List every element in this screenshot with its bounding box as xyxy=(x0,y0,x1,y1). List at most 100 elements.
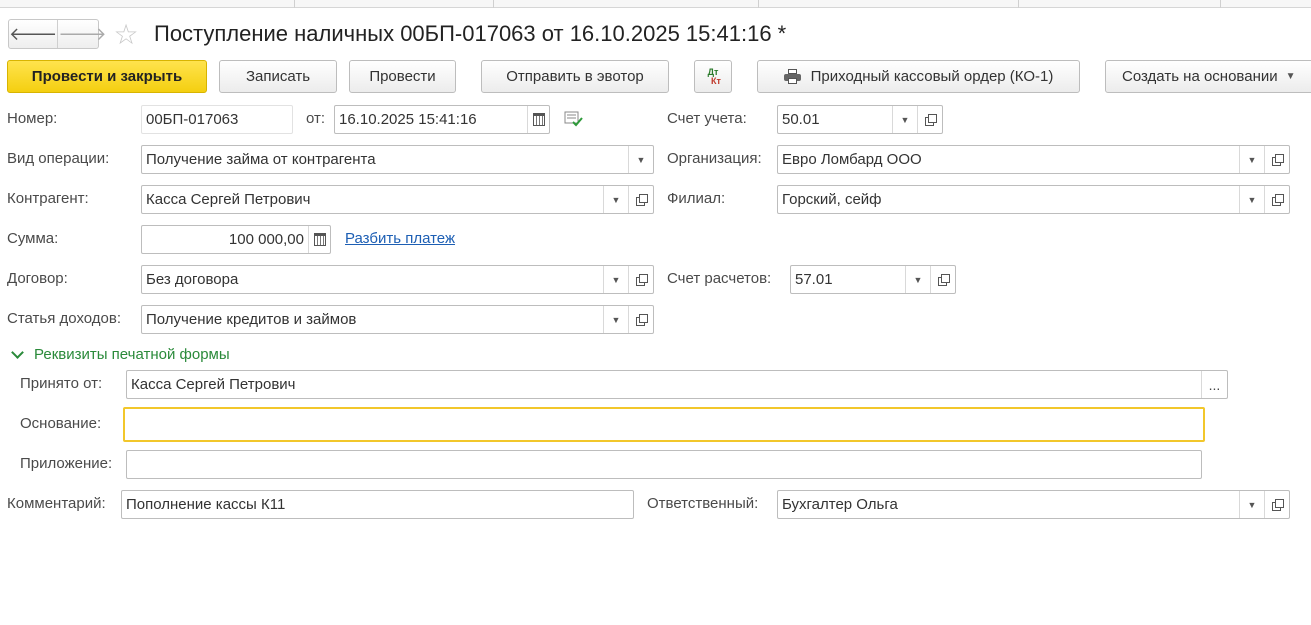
open-button[interactable] xyxy=(917,106,942,133)
dt-kt-icon: Дт Кт xyxy=(705,67,721,86)
basis-label: Основание: xyxy=(20,415,102,432)
document-check-icon[interactable] xyxy=(564,110,584,128)
chevron-down-icon[interactable]: ▼ xyxy=(1239,146,1264,173)
open-button[interactable] xyxy=(628,306,653,333)
tab-separator xyxy=(1018,0,1019,8)
basis-field[interactable] xyxy=(123,407,1205,442)
counterparty-field[interactable]: Касса Сергей Петрович ▼ xyxy=(141,185,654,214)
create-based-on-label: Создать на основании xyxy=(1122,68,1278,85)
open-icon xyxy=(1271,194,1284,206)
number-field[interactable]: 00БП-017063 xyxy=(141,105,293,134)
account-value: 50.01 xyxy=(782,111,820,128)
post-and-close-button[interactable]: Провести и закрыть xyxy=(7,60,207,93)
open-icon xyxy=(924,114,937,126)
organization-label: Организация: xyxy=(667,150,762,167)
received-from-field[interactable]: Касса Сергей Петрович ... xyxy=(126,370,1228,399)
branch-label: Филиал: xyxy=(667,190,726,207)
calendar-button[interactable] xyxy=(527,106,549,133)
attachment-value xyxy=(127,451,1201,478)
open-icon xyxy=(635,194,648,206)
contract-value: Без договора xyxy=(146,271,239,288)
responsible-field[interactable]: Бухгалтер Ольга ▼ xyxy=(777,490,1290,519)
operation-value: Получение займа от контрагента xyxy=(146,151,376,168)
split-payment-link[interactable]: Разбить платеж xyxy=(345,230,455,247)
open-button[interactable] xyxy=(930,266,955,293)
organization-value: Евро Ломбард ООО xyxy=(782,151,922,168)
tab-separator xyxy=(294,0,295,8)
operation-label: Вид операции: xyxy=(7,150,110,167)
received-from-label: Принято от: xyxy=(20,375,103,392)
received-from-value: Касса Сергей Петрович xyxy=(131,376,296,393)
post-button[interactable]: Провести xyxy=(349,60,456,93)
branch-field[interactable]: Горский, сейф ▼ xyxy=(777,185,1290,214)
chevron-down-icon[interactable]: ▼ xyxy=(1239,491,1264,518)
tab-strip xyxy=(0,0,1311,8)
comment-field[interactable]: Пополнение кассы К11 xyxy=(121,490,634,519)
printer-icon xyxy=(783,69,801,84)
amount-label: Сумма: xyxy=(7,230,59,247)
date-value: 16.10.2025 15:41:16 xyxy=(339,111,477,128)
counterparty-label: Контрагент: xyxy=(7,190,89,207)
chevron-down-icon[interactable]: ▼ xyxy=(603,186,628,213)
print-ko1-button[interactable]: Приходный кассовый ордер (КО-1) xyxy=(757,60,1080,93)
chevron-down-icon xyxy=(11,346,24,359)
chevron-down-icon[interactable]: ▼ xyxy=(628,146,653,173)
open-button[interactable] xyxy=(628,266,653,293)
favorite-star-icon[interactable]: ☆ xyxy=(111,19,141,50)
print-form-section-title: Реквизиты печатной формы xyxy=(34,346,230,363)
calculator-icon xyxy=(313,232,326,246)
open-icon xyxy=(1271,154,1284,166)
back-button[interactable]: 🡐 xyxy=(9,20,57,48)
date-label: от: xyxy=(306,110,326,127)
page-title: Поступление наличных 00БП-017063 от 16.1… xyxy=(154,21,787,46)
contract-field[interactable]: Без договора ▼ xyxy=(141,265,654,294)
chevron-down-icon[interactable]: ▼ xyxy=(1239,186,1264,213)
chevron-down-icon[interactable]: ▼ xyxy=(892,106,917,133)
attachment-field[interactable] xyxy=(126,450,1202,479)
calculator-button[interactable] xyxy=(308,226,330,253)
contract-label: Договор: xyxy=(7,270,68,287)
open-button[interactable] xyxy=(1264,491,1289,518)
dt-kt-button[interactable]: Дт Кт xyxy=(694,60,732,93)
chevron-down-icon[interactable]: ▼ xyxy=(603,266,628,293)
tab-separator xyxy=(1220,0,1221,8)
amount-field[interactable]: 100 000,00 xyxy=(141,225,331,254)
navigation-group: 🡐 🡒 xyxy=(8,19,107,49)
comment-label: Комментарий: xyxy=(7,495,106,512)
chevron-down-icon: ▼ xyxy=(1285,71,1296,82)
chevron-down-icon[interactable]: ▼ xyxy=(603,306,628,333)
select-button[interactable]: ... xyxy=(1201,371,1227,398)
calendar-icon xyxy=(532,112,545,126)
open-button[interactable] xyxy=(628,186,653,213)
open-icon xyxy=(1271,499,1284,511)
create-based-on-button[interactable]: Создать на основании ▼ xyxy=(1105,60,1311,93)
income-item-field[interactable]: Получение кредитов и займов ▼ xyxy=(141,305,654,334)
organization-field[interactable]: Евро Ломбард ООО ▼ xyxy=(777,145,1290,174)
operation-field[interactable]: Получение займа от контрагента ▼ xyxy=(141,145,654,174)
open-icon xyxy=(937,274,950,286)
arrow-right-icon: 🡒 xyxy=(58,23,107,44)
settlement-account-value: 57.01 xyxy=(795,271,833,288)
print-ko1-label: Приходный кассовый ордер (КО-1) xyxy=(810,68,1054,85)
counterparty-value: Касса Сергей Петрович xyxy=(146,191,311,208)
print-form-section-toggle[interactable]: Реквизиты печатной формы xyxy=(10,346,230,363)
account-field[interactable]: 50.01 ▼ xyxy=(777,105,943,134)
responsible-value: Бухгалтер Ольга xyxy=(782,496,898,513)
save-button[interactable]: Записать xyxy=(219,60,337,93)
number-value: 00БП-017063 xyxy=(146,111,239,128)
open-icon xyxy=(635,314,648,326)
settlement-account-field[interactable]: 57.01 ▼ xyxy=(790,265,956,294)
responsible-label: Ответственный: xyxy=(647,495,759,512)
date-field[interactable]: 16.10.2025 15:41:16 xyxy=(334,105,550,134)
open-button[interactable] xyxy=(1264,146,1289,173)
chevron-down-icon[interactable]: ▼ xyxy=(905,266,930,293)
settlement-account-label: Счет расчетов: xyxy=(667,270,772,287)
tab-separator xyxy=(758,0,759,8)
number-label: Номер: xyxy=(7,110,58,127)
comment-value: Пополнение кассы К11 xyxy=(126,496,286,513)
open-button[interactable] xyxy=(1264,186,1289,213)
forward-button[interactable]: 🡒 xyxy=(57,20,107,48)
send-to-evotor-button[interactable]: Отправить в эвотор xyxy=(481,60,669,93)
tab-separator xyxy=(493,0,494,8)
open-icon xyxy=(635,274,648,286)
